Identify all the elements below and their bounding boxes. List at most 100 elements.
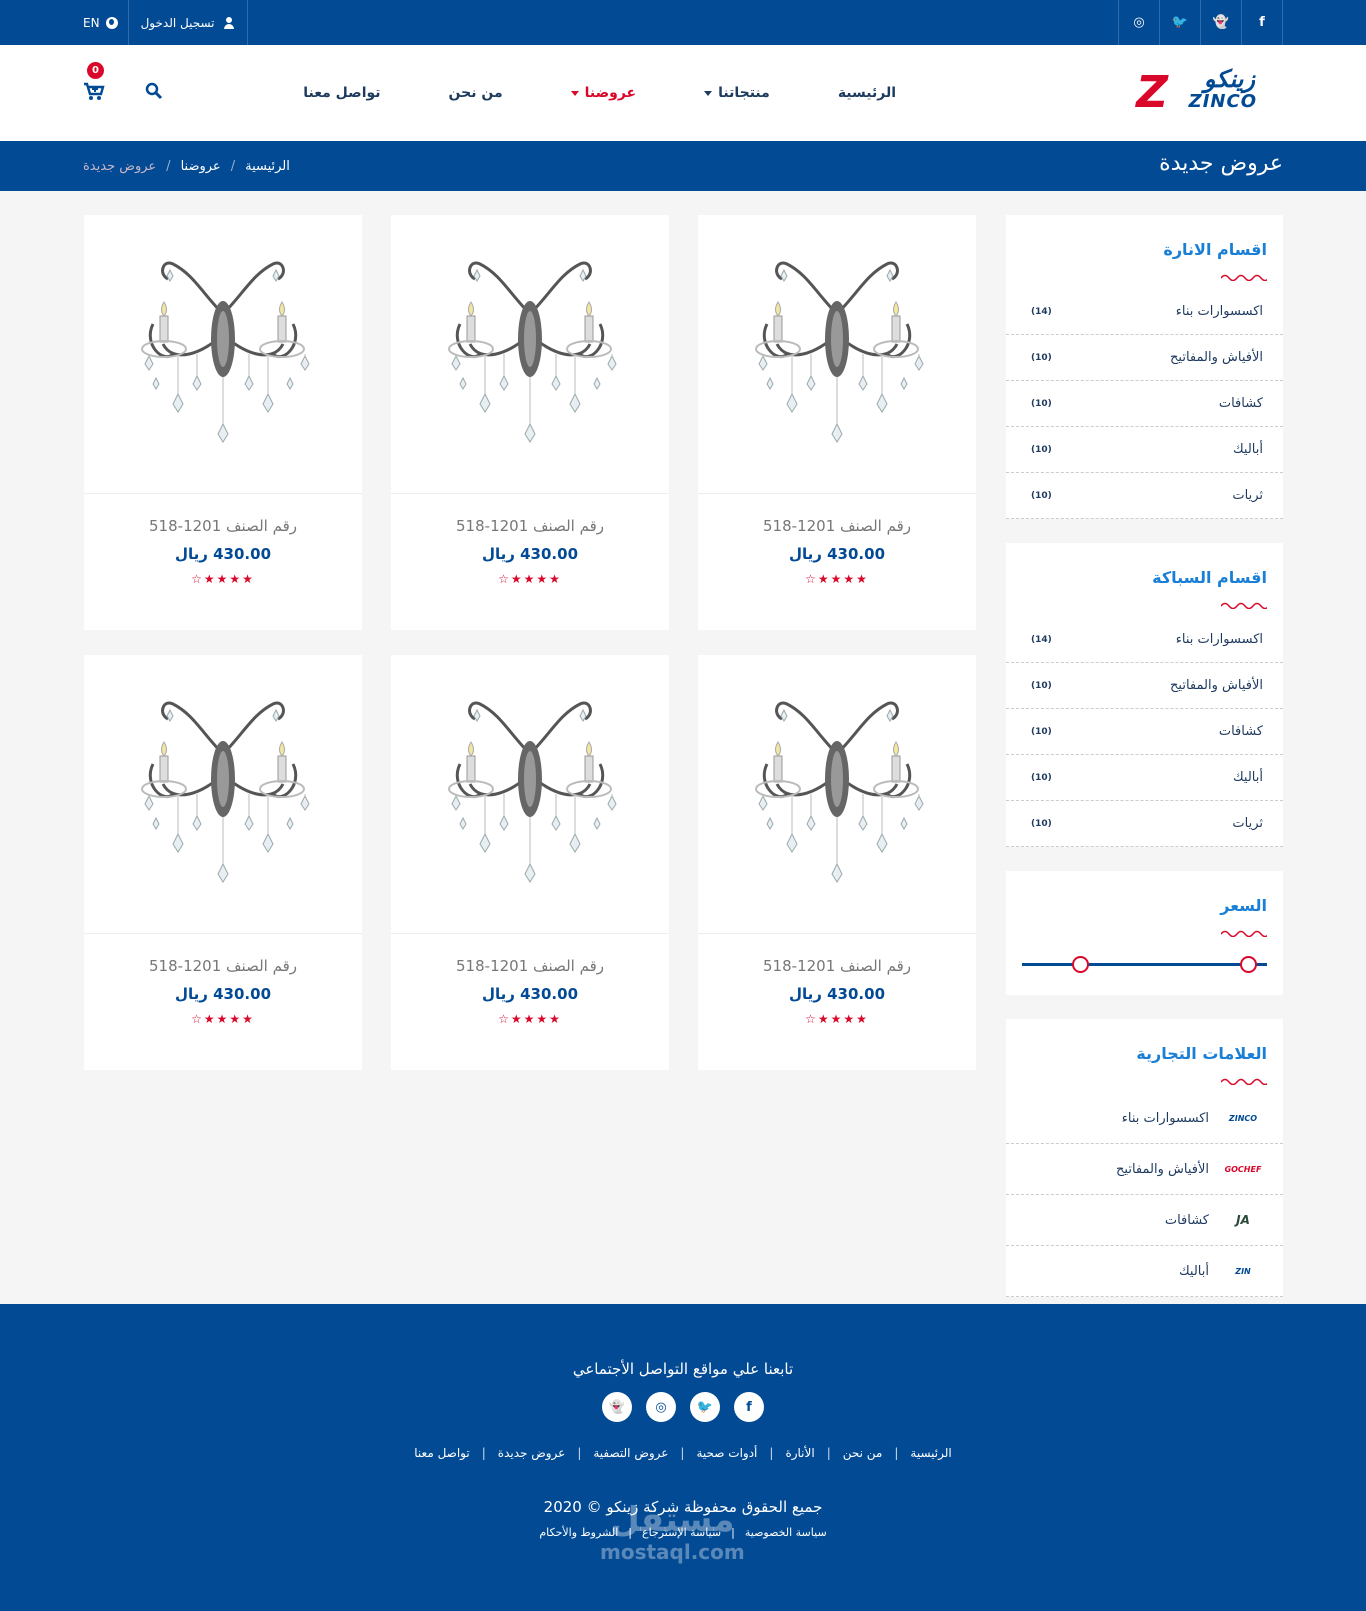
brand-logo: ZINCO bbox=[1228, 1113, 1258, 1123]
product-card[interactable]: رقم الصنف 1201-518 430.00 ريال ☆★★★★ bbox=[391, 215, 669, 630]
category-item[interactable]: اكسسوارات بناء (14) bbox=[1006, 289, 1283, 335]
price-range-slider[interactable] bbox=[1022, 945, 1267, 985]
globe-icon bbox=[105, 16, 118, 29]
product-code: رقم الصنف 1201-518 bbox=[456, 517, 604, 535]
brand-item[interactable]: ZINCO اكسسوارات بناء bbox=[1006, 1093, 1283, 1144]
cart-button[interactable]: 0 bbox=[83, 62, 105, 104]
breadcrumb-home[interactable]: الرئيسية bbox=[245, 159, 290, 174]
category-item[interactable]: كشافات (10) bbox=[1006, 709, 1283, 755]
slider-track bbox=[1022, 963, 1267, 966]
breadcrumb-offers[interactable]: عروضنا bbox=[181, 159, 221, 174]
search-button[interactable] bbox=[145, 82, 163, 104]
sidebar: اقسام الانارة اكسسوارات بناء (14) الأفياش… bbox=[1006, 215, 1283, 1321]
product-image[interactable] bbox=[84, 215, 362, 494]
product-card[interactable]: رقم الصنف 1201-518 430.00 ريال ☆★★★★ bbox=[84, 215, 362, 630]
language-switch[interactable]: EN bbox=[83, 16, 128, 30]
category-item[interactable]: اكسسوارات بناء (14) bbox=[1006, 617, 1283, 663]
footer-link[interactable]: عروض جديدة bbox=[498, 1446, 566, 1460]
footer-link[interactable]: الأنارة bbox=[785, 1446, 814, 1460]
product-card[interactable]: رقم الصنف 1201-518 430.00 ريال ☆★★★★ bbox=[698, 215, 976, 630]
product-image[interactable] bbox=[698, 655, 976, 934]
twitter-icon[interactable]: 🐦 bbox=[1159, 0, 1200, 45]
twitter-icon[interactable]: 🐦 bbox=[690, 1392, 720, 1422]
chandelier-image bbox=[448, 701, 617, 883]
chevron-down-icon bbox=[704, 90, 713, 96]
footer-link[interactable]: عروض التصفية bbox=[593, 1446, 668, 1460]
snapchat-icon[interactable]: 👻 bbox=[1200, 0, 1241, 45]
privacy-link[interactable]: سياسة الخصوصية bbox=[745, 1526, 827, 1539]
breadcrumb-current: عروض جديدة bbox=[83, 158, 157, 174]
footer-social-links: 👻 ◎ 🐦 f bbox=[0, 1392, 1366, 1422]
nav-about[interactable]: من نحن bbox=[449, 85, 503, 101]
plumbing-categories: اقسام السباكة اكسسوارات بناء (14) الأفياش… bbox=[1006, 543, 1283, 847]
product-code: رقم الصنف 1201-518 bbox=[763, 517, 911, 535]
rating-stars-icon: ☆★★★★ bbox=[191, 1012, 255, 1026]
chandelier-image bbox=[141, 701, 310, 883]
product-grid: رقم الصنف 1201-518 430.00 ريال ☆★★★★ رقم… bbox=[83, 215, 976, 1070]
product-price: 430.00 ريال bbox=[788, 985, 886, 1003]
instagram-icon[interactable]: ◎ bbox=[1118, 0, 1159, 45]
price-filter: السعر bbox=[1006, 871, 1283, 995]
footer-links: الرئيسية | من نحن | الأنارة | أدوات صحية | ع… bbox=[414, 1446, 952, 1460]
chevron-down-icon bbox=[570, 90, 579, 96]
breadcrumb: الرئيسية / عروضنا / عروض جديدة bbox=[83, 158, 290, 174]
facebook-icon[interactable]: f bbox=[734, 1392, 764, 1422]
footer-link[interactable]: من نحن bbox=[843, 1446, 883, 1460]
chandelier-image bbox=[448, 261, 617, 443]
facebook-icon[interactable]: f bbox=[1241, 0, 1282, 45]
product-image[interactable] bbox=[391, 215, 669, 494]
login-link[interactable]: تسجيل الدخول bbox=[127, 0, 248, 45]
product-card[interactable]: رقم الصنف 1201-518 430.00 ريال ☆★★★★ bbox=[391, 655, 669, 1070]
section-title: اقسام الانارة bbox=[1163, 240, 1267, 259]
product-card[interactable]: رقم الصنف 1201-518 430.00 ريال ☆★★★★ bbox=[698, 655, 976, 1070]
instagram-icon[interactable]: ◎ bbox=[646, 1392, 676, 1422]
product-price: 430.00 ريال bbox=[174, 985, 272, 1003]
category-item[interactable]: الأفياش والمفاتيح (10) bbox=[1006, 335, 1283, 381]
chandelier-image bbox=[755, 261, 924, 443]
main-nav: الرئيسية منتجاتنا عروضنا من نحن تواصل مع… bbox=[303, 45, 896, 141]
footer-link[interactable]: تواصل معنا bbox=[414, 1446, 469, 1460]
top-social-links: f 👻 🐦 ◎ bbox=[1118, 0, 1283, 45]
product-price: 430.00 ريال bbox=[174, 545, 272, 563]
nav-products[interactable]: منتجاتنا bbox=[704, 85, 770, 101]
rating-stars-icon: ☆★★★★ bbox=[805, 572, 869, 586]
product-code: رقم الصنف 1201-518 bbox=[763, 957, 911, 975]
wave-divider-icon bbox=[1221, 930, 1267, 937]
category-item[interactable]: الأفياش والمفاتيح (10) bbox=[1006, 663, 1283, 709]
main-header: Z زينكو ZINCO الرئيسية منتجاتنا عروضنا م… bbox=[0, 45, 1366, 141]
product-code: رقم الصنف 1201-518 bbox=[149, 957, 297, 975]
brand-logo: JA bbox=[1236, 1213, 1250, 1227]
category-item[interactable]: أباليك (10) bbox=[1006, 755, 1283, 801]
site-footer: تابعنا علي مواقع التواصل الأجتماعي 👻 ◎ 🐦… bbox=[0, 1304, 1366, 1611]
wave-divider-icon bbox=[1221, 602, 1267, 609]
nav-home[interactable]: الرئيسية bbox=[838, 85, 896, 101]
wave-divider-icon bbox=[1221, 1078, 1267, 1085]
rating-stars-icon: ☆★★★★ bbox=[805, 1012, 869, 1026]
category-item[interactable]: ثريات (10) bbox=[1006, 473, 1283, 519]
product-image[interactable] bbox=[84, 655, 362, 934]
follow-us-text: تابعنا علي مواقع التواصل الأجتماعي bbox=[572, 1360, 794, 1378]
brand-item[interactable]: GOCHEF الأفياش والمفاتيح bbox=[1006, 1144, 1283, 1195]
slider-min-handle[interactable] bbox=[1072, 956, 1089, 973]
page-title: عروض جديدة bbox=[1159, 151, 1283, 176]
product-image[interactable] bbox=[391, 655, 669, 934]
nav-offers[interactable]: عروضنا bbox=[570, 85, 636, 101]
site-logo[interactable]: Z زينكو ZINCO bbox=[1123, 65, 1263, 115]
nav-contact[interactable]: تواصل معنا bbox=[303, 85, 380, 101]
category-item[interactable]: كشافات (10) bbox=[1006, 381, 1283, 427]
login-label: تسجيل الدخول bbox=[140, 15, 215, 30]
snapchat-icon[interactable]: 👻 bbox=[602, 1392, 632, 1422]
chandelier-image bbox=[755, 701, 924, 883]
brand-item[interactable]: JA كشافات bbox=[1006, 1195, 1283, 1246]
lighting-categories: اقسام الانارة اكسسوارات بناء (14) الأفياش… bbox=[1006, 215, 1283, 519]
language-label: EN bbox=[83, 15, 100, 30]
footer-link[interactable]: الرئيسية bbox=[910, 1446, 951, 1460]
slider-max-handle[interactable] bbox=[1240, 956, 1257, 973]
category-item[interactable]: أباليك (10) bbox=[1006, 427, 1283, 473]
brand-item[interactable]: ZIN أباليك bbox=[1006, 1246, 1283, 1297]
category-item[interactable]: ثريات (10) bbox=[1006, 801, 1283, 847]
footer-link[interactable]: أدوات صحية bbox=[696, 1446, 757, 1460]
product-image[interactable] bbox=[698, 215, 976, 494]
product-card[interactable]: رقم الصنف 1201-518 430.00 ريال ☆★★★★ bbox=[84, 655, 362, 1070]
section-title: السعر bbox=[1220, 896, 1267, 915]
